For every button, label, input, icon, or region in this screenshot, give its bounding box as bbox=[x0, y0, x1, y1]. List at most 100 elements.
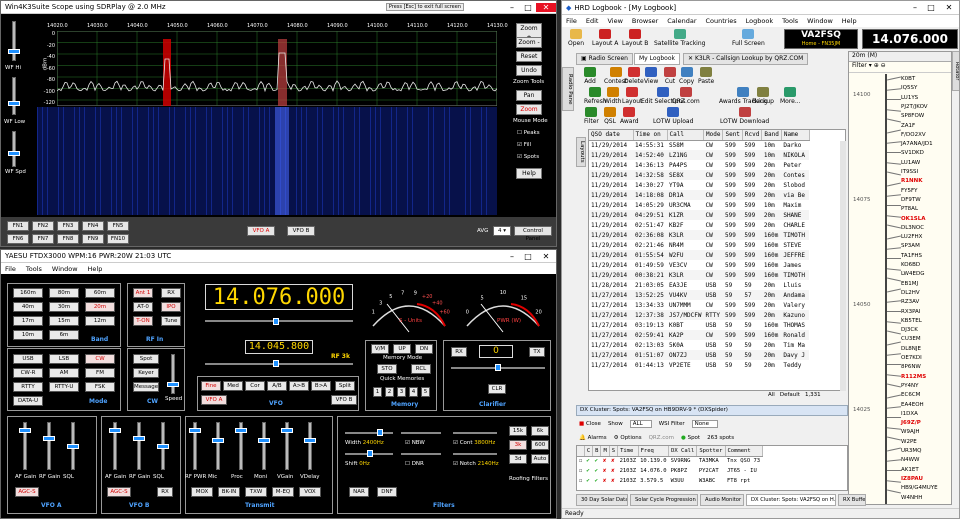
vfo-a-af-gain-knob[interactable] bbox=[19, 428, 31, 433]
band-map-call[interactable]: W4NHH bbox=[901, 495, 922, 501]
minimize-icon[interactable]: – bbox=[504, 3, 520, 12]
cluster-row[interactable]: ☐ ✔ ✔ ✘ ✘ 2103Z 10.139.0 SV9RNG TA3MKA Tnx QSO 73 bbox=[577, 456, 762, 466]
vfo-b-a-button[interactable]: B>A bbox=[311, 381, 331, 391]
table-row[interactable]: 11/29/2014 02:51:47 KB2F CW 599 599 20m CHARLE bbox=[589, 220, 809, 230]
cw-speed-slider[interactable] bbox=[171, 354, 175, 394]
radio-menu-help[interactable]: Help bbox=[88, 265, 103, 273]
spot-button[interactable]: Spot bbox=[133, 354, 159, 364]
cluster-column-comment[interactable]: Comment bbox=[725, 446, 763, 457]
band-map-call[interactable]: EC6CM bbox=[901, 392, 920, 398]
table-row[interactable]: 11/29/2014 01:49:59 VE3CV CW 599 599 160m James bbox=[589, 260, 809, 270]
bottom-tab-dx-cluster-spots-va2[interactable]: DX Cluster: Spots: VA2FSQ on H... bbox=[746, 494, 836, 506]
radio-close-icon[interactable]: ✕ bbox=[536, 252, 556, 261]
mode-cw-r-button[interactable]: CW-R bbox=[13, 368, 43, 378]
band-map-call[interactable]: J69Z/P bbox=[901, 420, 921, 426]
band-map-call[interactable]: EB1MJ bbox=[901, 281, 918, 287]
band-map-call[interactable]: UR3MQ bbox=[901, 448, 921, 454]
hrd-minimize-icon[interactable]: – bbox=[907, 3, 923, 12]
log-backup-button[interactable]: Backup bbox=[752, 87, 774, 105]
dnf-button[interactable]: DNF bbox=[377, 487, 397, 497]
wf-spd-slider[interactable] bbox=[12, 131, 16, 167]
tx-vdelay-slider[interactable] bbox=[308, 422, 312, 470]
maximize-icon[interactable]: □ bbox=[520, 3, 536, 12]
roof-6k-button[interactable]: 6k bbox=[531, 426, 549, 436]
rcl-button[interactable]: RCL bbox=[411, 364, 431, 374]
reset-button[interactable]: Reset bbox=[516, 51, 542, 62]
radio-pane-sidetab[interactable]: Radio Pane bbox=[562, 67, 574, 111]
rf-in-t-on-button[interactable]: T-ON bbox=[133, 316, 153, 326]
wf-hi-slider[interactable] bbox=[12, 21, 16, 61]
tx-vgain-knob[interactable] bbox=[281, 428, 293, 433]
band-map-call[interactable]: AK1ET bbox=[901, 467, 919, 473]
band-map-call[interactable]: LW4EDG bbox=[901, 271, 924, 277]
band-button-6m[interactable]: 6m bbox=[49, 330, 79, 340]
radio-menu-window[interactable]: Window bbox=[52, 265, 78, 273]
band-button-60m[interactable]: 60m bbox=[85, 288, 115, 298]
band-map-call[interactable]: LU2FHX bbox=[901, 234, 922, 240]
band-map-call[interactable]: DJ3CK bbox=[901, 327, 918, 333]
radio-menu-file[interactable]: File bbox=[5, 265, 16, 273]
hrd-maximize-icon[interactable]: □ bbox=[923, 3, 939, 12]
rf-in-ant-1-button[interactable]: Ant 1 bbox=[133, 288, 153, 298]
table-row[interactable]: 11/29/2014 14:30:27 YT9A CW 599 599 20m Slobod bbox=[589, 180, 809, 190]
log-column-band[interactable]: Band bbox=[761, 130, 782, 141]
band-button-12m[interactable]: 12m bbox=[85, 316, 115, 326]
quick-memory-2[interactable]: 2 bbox=[385, 387, 394, 397]
log-lotw-upload-button[interactable]: LOTW Upload bbox=[653, 107, 693, 125]
avg-select[interactable]: 4 ▾ bbox=[493, 226, 511, 236]
log-column-call[interactable]: Call bbox=[667, 130, 705, 141]
band-button-40m[interactable]: 40m bbox=[13, 302, 43, 312]
rf-in-at-0-button[interactable]: AT-0 bbox=[133, 302, 153, 312]
fn1-button[interactable]: FN1 bbox=[7, 221, 29, 231]
qrz-button[interactable]: QRZ.com bbox=[649, 435, 674, 441]
tab-callsign-lookup[interactable]: ✕ K3LR - Callsign Lookup by QRZ.COM bbox=[683, 53, 809, 65]
contour-checkbox[interactable]: ☑ Cont 3800Hz bbox=[453, 440, 495, 446]
keyer-button[interactable]: Keyer bbox=[133, 368, 159, 378]
roof-600-button[interactable]: 600 bbox=[531, 440, 549, 450]
help-button[interactable]: Help bbox=[516, 168, 542, 179]
roof-3d-button[interactable]: 3d bbox=[509, 454, 527, 464]
pan-button[interactable]: Pan bbox=[516, 90, 542, 101]
cluster-column-b[interactable]: B bbox=[592, 446, 602, 457]
table-row[interactable]: 11/29/2014 14:36:13 PA4PS CW 599 599 20m Peter bbox=[589, 160, 809, 170]
peaks-checkbox[interactable]: ☐ Peaks bbox=[517, 130, 540, 136]
band-map-call[interactable]: OK1SLA bbox=[901, 216, 926, 222]
table-row[interactable]: 11/29/2014 02:36:08 K3LR CW 599 599 160m TIMOTH bbox=[589, 230, 810, 240]
band-map-call[interactable]: RZ3AV bbox=[901, 299, 919, 305]
spectrum-display[interactable] bbox=[57, 31, 497, 106]
tx-mox-button[interactable]: MOX bbox=[191, 487, 213, 497]
cluster-column-freq[interactable]: Freq bbox=[638, 446, 670, 457]
table-row[interactable]: 11/28/2014 21:03:05 EA3JE USB 59 59 20m Lluis bbox=[589, 280, 809, 290]
full-screen-button[interactable]: Full Screen bbox=[732, 29, 765, 47]
table-row[interactable]: 11/29/2014 14:18:08 DR1A CW 599 599 20m via Be bbox=[589, 190, 810, 200]
clar-tx-button[interactable]: TX bbox=[529, 347, 545, 357]
log-column-sent[interactable]: Sent bbox=[722, 130, 743, 141]
log-layout-button[interactable]: Layout bbox=[622, 87, 642, 105]
vfo-a-rf-gain-knob[interactable] bbox=[43, 436, 55, 441]
vfo-split-button[interactable]: Split bbox=[335, 381, 355, 391]
fn7-button[interactable]: FN7 bbox=[32, 234, 54, 244]
cluster-column-c[interactable]: C bbox=[584, 446, 594, 457]
quick-memory-5[interactable]: 5 bbox=[421, 387, 430, 397]
cluster-column-spotter[interactable]: Spotter bbox=[696, 446, 726, 457]
table-row[interactable]: 11/29/2014 02:21:46 NR4M CW 599 599 160m STEVE bbox=[589, 240, 809, 250]
bottom-tab-rx-buffer[interactable]: RX Buffer bbox=[838, 494, 866, 506]
cluster-show-select[interactable]: ALL bbox=[629, 419, 652, 428]
band-map-call[interactable]: 8P6NW bbox=[901, 364, 921, 370]
scope-vfo-a-button[interactable]: VFO A bbox=[247, 226, 275, 236]
log-column-rcvd[interactable]: Rcvd bbox=[742, 130, 763, 141]
table-row[interactable]: 11/27/2014 02:13:03 5K0A USB 59 59 20m Tim Ma bbox=[589, 340, 809, 350]
vfo-b-af-gain-knob[interactable] bbox=[109, 428, 121, 433]
width-knob[interactable] bbox=[377, 429, 383, 436]
mem-dn-button[interactable]: DN bbox=[415, 344, 433, 354]
band-map-call[interactable]: IQ5SY bbox=[901, 85, 917, 91]
mode-rtty-button[interactable]: RTTY bbox=[13, 382, 43, 392]
wf-low-slider[interactable] bbox=[12, 77, 16, 115]
roof-auto-button[interactable]: Auto bbox=[531, 454, 549, 464]
band-map-call[interactable]: OE7KDI bbox=[901, 355, 922, 361]
table-row[interactable]: 11/27/2014 01:51:07 ON7ZJ USB 59 59 20m Davy J bbox=[589, 350, 810, 360]
log-qrz-com-button[interactable]: QRZ.com bbox=[672, 87, 700, 105]
rf-in-tune-button[interactable]: Tune bbox=[161, 316, 181, 326]
mode-rtty-u-button[interactable]: RTTY-U bbox=[49, 382, 79, 392]
rotator-sidetab[interactable]: Rotator bbox=[952, 51, 959, 91]
